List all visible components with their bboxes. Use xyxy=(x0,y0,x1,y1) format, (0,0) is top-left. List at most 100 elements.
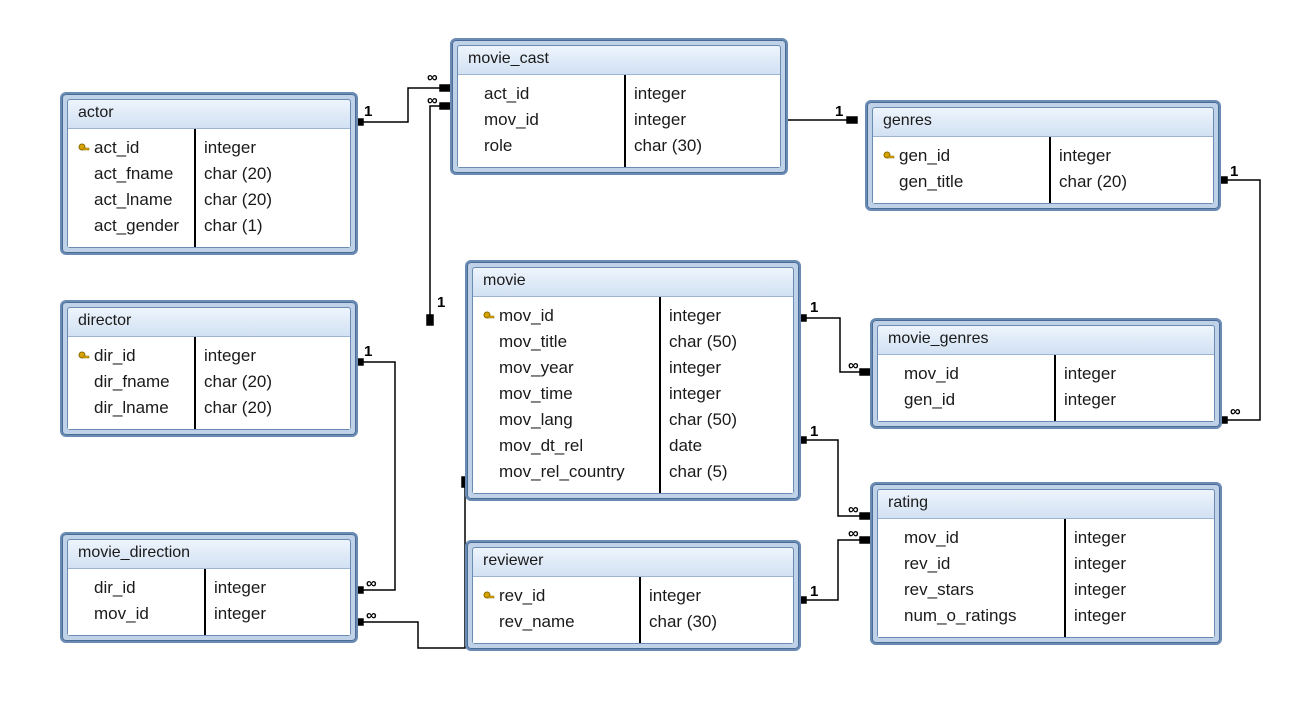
column-type: integer xyxy=(669,303,749,329)
column-name: role xyxy=(484,136,512,156)
column-type: char (30) xyxy=(634,133,714,159)
column-name: act_id xyxy=(484,84,529,104)
column-name: act_gender xyxy=(94,216,179,236)
key-icon xyxy=(881,146,897,166)
column-name: mov_id xyxy=(904,528,959,548)
column-type: integer xyxy=(1064,361,1144,387)
column-type: char (20) xyxy=(204,187,284,213)
column-type: char (20) xyxy=(204,395,284,421)
cardinality-label: 1 xyxy=(808,584,820,599)
table-title: movie xyxy=(473,268,793,297)
table-director[interactable]: director dir_id dir_fname dir_lname inte… xyxy=(60,300,358,437)
column-type: char (20) xyxy=(204,161,284,187)
table-body: dir_id dir_fname dir_lname integer char … xyxy=(68,337,350,429)
table-body: dir_id mov_id integer integer xyxy=(68,569,350,635)
column-type: integer xyxy=(1074,551,1154,577)
column-type: integer xyxy=(649,583,729,609)
table-movie-cast[interactable]: movie_cast act_id mov_id role integer in… xyxy=(450,38,788,175)
column-name: mov_id xyxy=(484,110,539,130)
cardinality-label: ∞ xyxy=(364,608,379,623)
table-body: act_id mov_id role integer integer char … xyxy=(458,75,780,167)
cardinality-label: ∞ xyxy=(1228,404,1243,419)
column-type: char (1) xyxy=(204,213,284,239)
cardinality-label: 1 xyxy=(362,104,374,119)
cardinality-label: 1 xyxy=(1228,164,1240,179)
column-type: char (20) xyxy=(1059,169,1139,195)
column-type: integer xyxy=(669,381,749,407)
column-name: mov_lang xyxy=(499,410,573,430)
table-body: gen_id gen_title integer char (20) xyxy=(873,137,1213,203)
table-title: director xyxy=(68,308,350,337)
column-name: dir_id xyxy=(94,346,136,366)
cardinality-label: ∞ xyxy=(425,93,440,108)
column-type: integer xyxy=(1074,603,1154,629)
column-name: gen_id xyxy=(904,390,955,410)
column-name: mov_dt_rel xyxy=(499,436,583,456)
column-type: integer xyxy=(1074,525,1154,551)
key-icon xyxy=(481,306,497,326)
column-name: gen_id xyxy=(899,146,950,166)
column-type: integer xyxy=(204,135,284,161)
cardinality-label: 1 xyxy=(362,344,374,359)
column-name: rev_name xyxy=(499,612,575,632)
cardinality-label: ∞ xyxy=(364,576,379,591)
table-genres[interactable]: genres gen_id gen_title integer char (20… xyxy=(865,100,1221,211)
table-movie[interactable]: movie mov_id mov_title mov_year mov_time… xyxy=(465,260,801,501)
table-title: movie_direction xyxy=(68,540,350,569)
column-type: integer xyxy=(1074,577,1154,603)
column-name: mov_id xyxy=(94,604,149,624)
column-name: gen_title xyxy=(899,172,963,192)
column-name: act_fname xyxy=(94,164,173,184)
table-body: mov_id mov_title mov_year mov_time mov_l… xyxy=(473,297,793,493)
column-name: dir_lname xyxy=(94,398,169,418)
table-movie-direction[interactable]: movie_direction dir_id mov_id integer in… xyxy=(60,532,358,643)
cardinality-label: 1 xyxy=(833,104,845,119)
cardinality-label: 1 xyxy=(808,300,820,315)
column-name: mov_id xyxy=(904,364,959,384)
column-type: integer xyxy=(669,355,749,381)
table-body: mov_id gen_id integer integer xyxy=(878,355,1214,421)
cardinality-label: 1 xyxy=(808,424,820,439)
column-name: mov_title xyxy=(499,332,567,352)
table-movie-genres[interactable]: movie_genres mov_id gen_id integer integ… xyxy=(870,318,1222,429)
table-body: mov_id rev_id rev_stars num_o_ratings in… xyxy=(878,519,1214,637)
column-type: char (5) xyxy=(669,459,749,485)
column-type: date xyxy=(669,433,749,459)
table-title: movie_genres xyxy=(878,326,1214,355)
column-name: mov_year xyxy=(499,358,574,378)
table-body: rev_id rev_name integer char (30) xyxy=(473,577,793,643)
cardinality-label: ∞ xyxy=(846,526,861,541)
table-title: reviewer xyxy=(473,548,793,577)
table-title: movie_cast xyxy=(458,46,780,75)
cardinality-label: ∞ xyxy=(846,502,861,517)
column-name: dir_id xyxy=(94,578,136,598)
table-actor[interactable]: actor act_id act_fname act_lname act_gen… xyxy=(60,92,358,255)
table-reviewer[interactable]: reviewer rev_id rev_name integer char (3… xyxy=(465,540,801,651)
cardinality-label: 1 xyxy=(435,295,447,310)
column-name: mov_id xyxy=(499,306,554,326)
column-name: act_lname xyxy=(94,190,172,210)
column-type: integer xyxy=(1059,143,1139,169)
table-title: rating xyxy=(878,490,1214,519)
column-type: char (50) xyxy=(669,329,749,355)
column-name: dir_fname xyxy=(94,372,170,392)
column-type: integer xyxy=(214,601,294,627)
column-type: char (50) xyxy=(669,407,749,433)
key-icon xyxy=(481,586,497,606)
column-type: char (20) xyxy=(204,369,284,395)
key-icon xyxy=(76,138,92,158)
column-name: rev_id xyxy=(499,586,545,606)
column-name: rev_stars xyxy=(904,580,974,600)
column-name: mov_rel_country xyxy=(499,462,625,482)
table-title: genres xyxy=(873,108,1213,137)
er-diagram-canvas: { "tables": { "actor": { "title": "actor… xyxy=(0,0,1306,704)
table-rating[interactable]: rating mov_id rev_id rev_stars num_o_rat… xyxy=(870,482,1222,645)
column-type: integer xyxy=(214,575,294,601)
column-name: mov_time xyxy=(499,384,573,404)
column-type: integer xyxy=(634,81,714,107)
table-title: actor xyxy=(68,100,350,129)
table-body: act_id act_fname act_lname act_gender in… xyxy=(68,129,350,247)
cardinality-label: ∞ xyxy=(846,358,861,373)
column-type: integer xyxy=(204,343,284,369)
column-type: char (30) xyxy=(649,609,729,635)
